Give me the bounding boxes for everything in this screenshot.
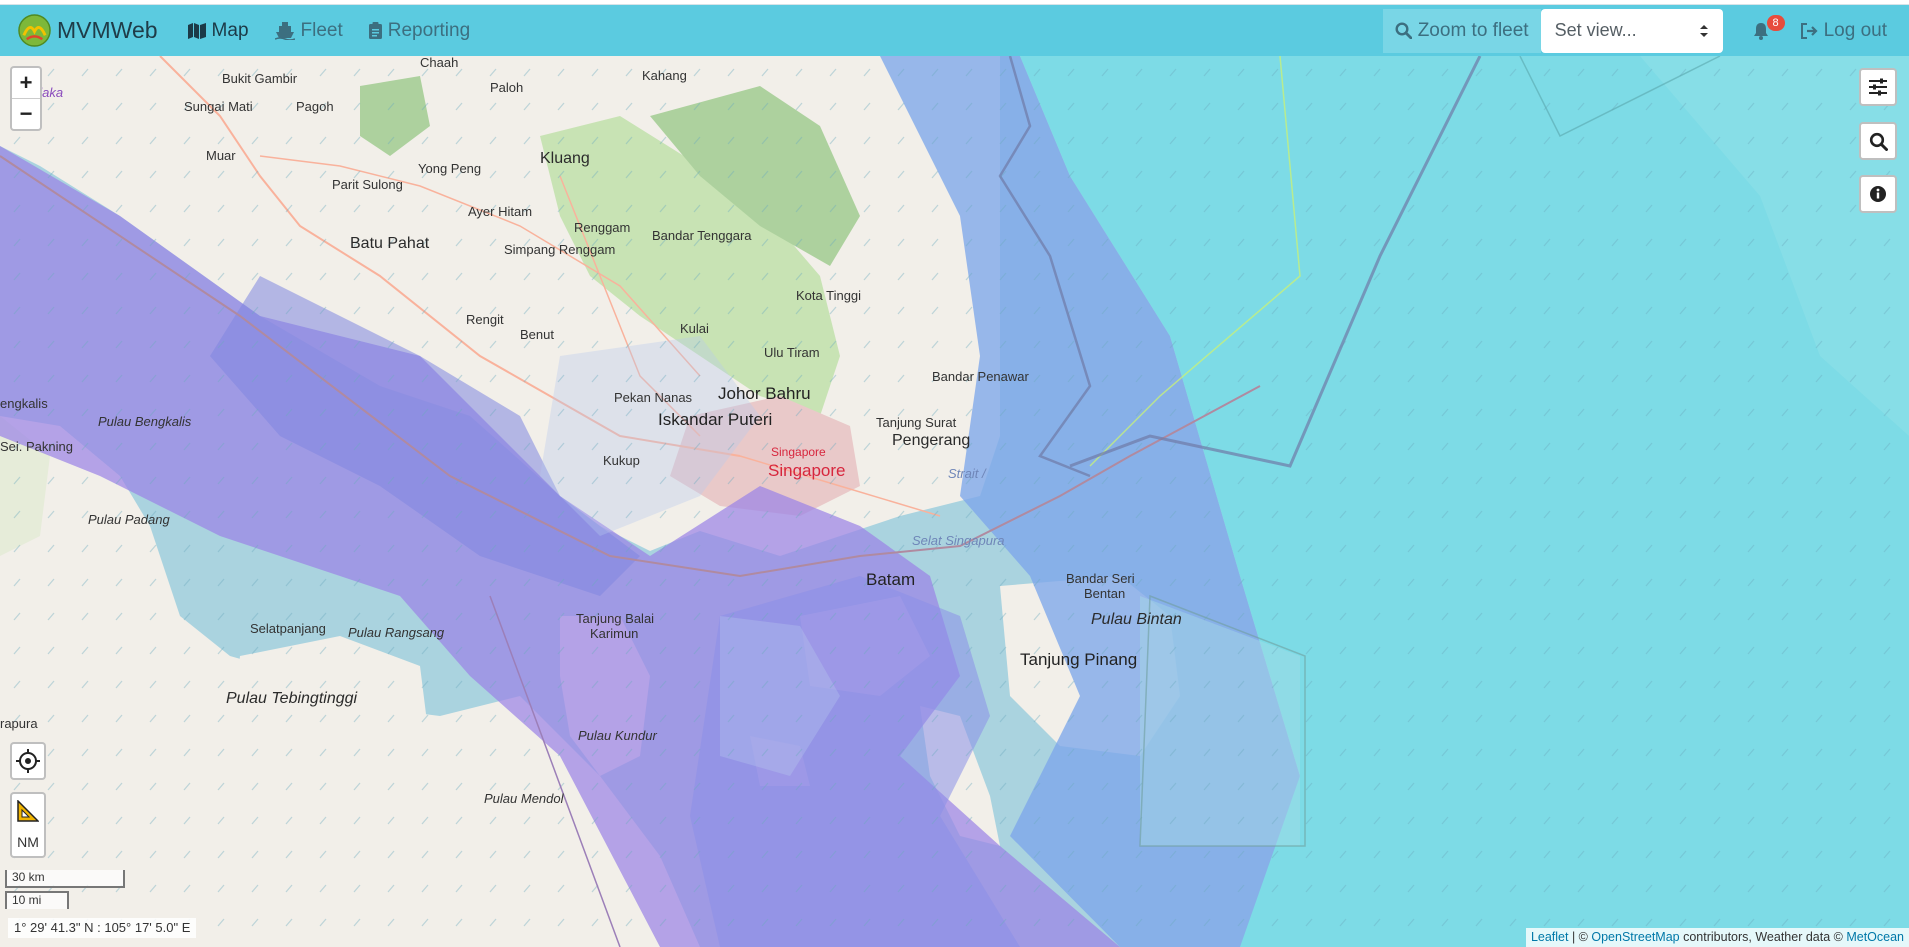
map-label: Pulau Mendol — [484, 791, 564, 806]
zoom-to-fleet-label: Zoom to fleet — [1417, 19, 1529, 41]
map-label: Pulau Kundur — [578, 728, 657, 743]
set-view-value: Set view... — [1554, 20, 1637, 40]
nav-map-label: Map — [211, 19, 249, 41]
map-label: Sei. Pakning — [0, 439, 73, 454]
attribution-sep: | © — [1568, 930, 1592, 944]
map-label: Ayer Hitam — [468, 204, 533, 219]
map-label: Pekan Nanas — [614, 390, 693, 405]
map-icon — [187, 22, 206, 39]
ship-icon — [274, 21, 295, 40]
top-navbar: MVMWeb Map Fleet Reporting Zoom to fleet… — [0, 5, 1909, 56]
map-label: Bandar Penawar — [932, 369, 1029, 384]
mouse-coordinates: 1° 29' 41.3" N : 105° 17' 5.0" E — [8, 918, 197, 938]
logout-label: Log out — [1823, 19, 1887, 41]
nav-fleet[interactable]: Fleet — [274, 19, 343, 42]
map-label: Pengerang — [892, 432, 971, 449]
map-label: Tanjung Balai — [576, 611, 655, 626]
zoom-out-button[interactable]: − — [12, 99, 40, 129]
map-label: Pagoh — [296, 99, 334, 114]
map-label: Kluang — [540, 150, 590, 167]
zoom-in-button[interactable]: + — [12, 68, 40, 99]
map-label: Muar — [206, 148, 236, 163]
map-label: Rengit — [466, 312, 504, 327]
osm-link[interactable]: OpenStreetMap — [1591, 930, 1679, 944]
nav-map[interactable]: Map — [187, 19, 249, 42]
search-icon — [1869, 132, 1888, 151]
navbar-right: Zoom to fleet Set view... 8 Log out — [1382, 5, 1909, 56]
map-attribution: Leaflet | © OpenStreetMap contributors, … — [1525, 928, 1909, 947]
brand-name: MVMWeb — [57, 17, 158, 43]
map-label: engkalis — [0, 396, 48, 411]
map-label: Pulau Bengkalis — [98, 414, 192, 429]
logout-button[interactable]: Log out — [1800, 19, 1887, 42]
map-label: Renggam — [574, 220, 631, 235]
map-label: Sungai Mati — [184, 99, 253, 114]
metocean-link[interactable]: MetOcean — [1846, 930, 1904, 944]
map-label: Pulau Tebingtinggi — [226, 690, 358, 707]
select-arrows-icon — [1699, 24, 1708, 37]
map-label: Singapore — [771, 445, 826, 459]
map-label: Bandar Tenggara — [652, 228, 752, 243]
map-label: Simpang Renggam — [504, 242, 616, 257]
nav-reporting-label: Reporting — [387, 19, 471, 41]
distance-units-label[interactable]: NM — [12, 828, 44, 856]
attribution-text: contributors, Weather data © — [1679, 930, 1847, 944]
map-label: Bandar Seri — [1066, 571, 1135, 586]
leaflet-link[interactable]: Leaflet — [1531, 930, 1569, 944]
crosshair-icon — [16, 749, 40, 773]
logout-icon — [1800, 22, 1818, 39]
map-label: Pulau Padang — [88, 512, 170, 527]
notifications-badge: 8 — [1766, 14, 1785, 31]
map-label: Yong Peng — [418, 161, 482, 176]
info-button[interactable] — [1859, 175, 1897, 213]
zoom-to-fleet-button[interactable]: Zoom to fleet — [1382, 8, 1541, 53]
map-label: Pulau Rangsang — [348, 625, 445, 640]
map-label: rapura — [0, 716, 38, 731]
map-label: Strait / — [948, 466, 986, 481]
brand[interactable]: MVMWeb — [18, 14, 158, 47]
map-label: Ulu Tiram — [764, 345, 820, 360]
brand-logo-icon — [18, 14, 51, 47]
map-label: Johor Bahru — [718, 384, 811, 403]
clipboard-icon — [368, 22, 382, 39]
locate-button[interactable] — [10, 742, 46, 780]
map-tiles — [0, 56, 1909, 947]
map-view[interactable]: Chaah Kahang Bukit Gambir Paloh Sungai M… — [0, 56, 1909, 947]
map-label: Pulau Bintan — [1091, 611, 1182, 628]
map-label: Kota Tinggi — [796, 288, 862, 303]
info-icon — [1870, 186, 1886, 202]
notifications-button[interactable]: 8 — [1753, 14, 1785, 46]
map-label: Kahang — [642, 68, 687, 83]
map-label: Tanjung Pinang — [1020, 650, 1138, 669]
sliders-icon — [1869, 78, 1887, 96]
map-label: Kulai — [680, 321, 709, 336]
map-label: Iskandar Puteri — [658, 410, 773, 429]
set-view-select[interactable]: Set view... — [1540, 8, 1723, 53]
map-label: Selat Singapura — [912, 533, 1005, 548]
zoom-control: + − — [10, 66, 42, 131]
map-label: Singapore — [768, 461, 846, 480]
measure-control[interactable]: NM — [10, 792, 46, 858]
nav-fleet-label: Fleet — [300, 19, 343, 41]
map-label: Paloh — [490, 80, 524, 95]
map-label: Bukit Gambir — [222, 71, 298, 86]
map-label: Karimun — [590, 626, 639, 641]
map-label: Selatpanjang — [250, 621, 326, 636]
scale-mi: 10 mi — [5, 891, 69, 909]
map-label: Benut — [520, 327, 554, 342]
map-label: Parit Sulong — [332, 177, 403, 192]
measure-button[interactable] — [12, 794, 44, 828]
search-icon — [1395, 22, 1412, 39]
scale-km: 30 km — [5, 870, 125, 888]
map-label: Bentan — [1084, 586, 1126, 601]
map-label: Batam — [866, 570, 916, 589]
nav-reporting[interactable]: Reporting — [368, 19, 471, 42]
layers-settings-button[interactable] — [1859, 68, 1897, 106]
map-label: Chaah — [420, 56, 459, 70]
ruler-triangle-icon — [17, 800, 39, 822]
map-label: Kukup — [603, 453, 640, 468]
map-search-button[interactable] — [1859, 122, 1897, 160]
map-label: Tanjung Surat — [876, 415, 957, 430]
map-label: Batu Pahat — [350, 235, 430, 252]
